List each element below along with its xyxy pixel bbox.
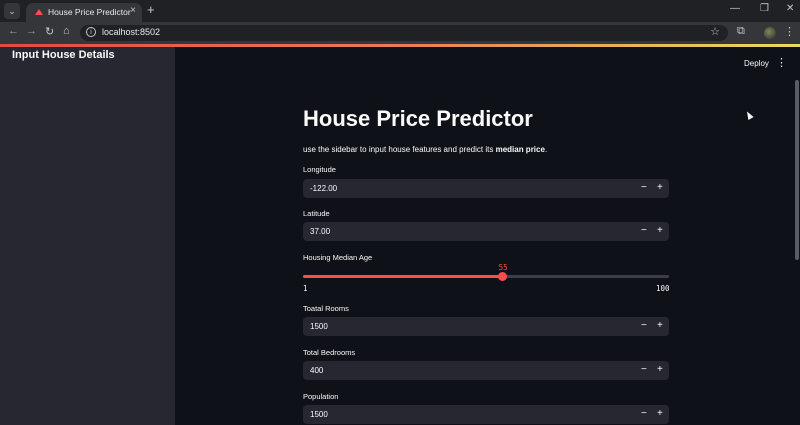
subtitle-text: use the sidebar to input house features … xyxy=(303,145,496,154)
tab-title: House Price Predictor xyxy=(48,7,131,17)
subtitle-end: . xyxy=(544,145,548,154)
browser-tab[interactable]: House Price Predictor × xyxy=(26,3,142,22)
page-subtitle: use the sidebar to input house features … xyxy=(303,145,547,154)
deploy-button[interactable]: Deploy xyxy=(737,57,776,71)
total-rooms-label: Toatal Rooms xyxy=(303,304,349,313)
latitude-label: Latitude xyxy=(303,209,330,218)
housing-age-slider-value: 55 xyxy=(498,263,508,272)
total-bedrooms-label: Total Bedrooms xyxy=(303,348,356,357)
sidebar-title: Input House Details xyxy=(12,49,115,61)
subtitle-emphasis: median price xyxy=(495,145,545,154)
population-decrement-button[interactable]: − xyxy=(641,408,647,419)
longitude-input[interactable]: -122.00 − + xyxy=(303,179,669,198)
latitude-decrement-button[interactable]: − xyxy=(641,225,647,236)
puzzle-icon[interactable]: ⧉ xyxy=(737,25,745,38)
chevron-down-icon[interactable]: ⌄ xyxy=(4,3,20,19)
total-rooms-decrement-button[interactable]: − xyxy=(641,320,647,331)
sidebar xyxy=(0,47,175,425)
address-bar[interactable]: i localhost:8502 ☆ xyxy=(80,25,728,41)
total-bedrooms-input[interactable]: 400 − + xyxy=(303,361,669,380)
tab-strip: ⌄ House Price Predictor × + — ❐ ✕ xyxy=(0,0,800,22)
housing-age-label: Housing Median Age xyxy=(303,253,373,262)
total-rooms-increment-button[interactable]: + xyxy=(657,320,663,331)
total-rooms-input[interactable]: 1500 − + xyxy=(303,317,669,336)
population-value[interactable]: 1500 xyxy=(310,410,328,419)
home-icon[interactable]: ⌂ xyxy=(63,25,70,37)
population-increment-button[interactable]: + xyxy=(657,408,663,419)
housing-age-slider[interactable] xyxy=(303,272,669,281)
latitude-increment-button[interactable]: + xyxy=(657,225,663,236)
page-title: House Price Predictor xyxy=(303,106,533,131)
more-vertical-icon[interactable]: ⋮ xyxy=(776,56,787,69)
slider-fill xyxy=(303,275,503,278)
url-text[interactable]: localhost:8502 xyxy=(102,27,160,37)
profile-avatar[interactable] xyxy=(764,27,776,39)
longitude-value[interactable]: -122.00 xyxy=(310,184,337,193)
minimize-icon[interactable]: — xyxy=(730,3,740,14)
more-vertical-icon[interactable]: ⋮ xyxy=(784,25,795,38)
total-bedrooms-decrement-button[interactable]: − xyxy=(641,364,647,375)
total-rooms-value[interactable]: 1500 xyxy=(310,322,328,331)
latitude-value[interactable]: 37.00 xyxy=(310,227,330,236)
total-bedrooms-value[interactable]: 400 xyxy=(310,366,323,375)
population-label: Population xyxy=(303,392,339,401)
housing-age-slider-min: 1 xyxy=(303,284,308,293)
arrow-left-icon[interactable]: ← xyxy=(8,25,19,37)
close-window-icon[interactable]: ✕ xyxy=(786,3,794,14)
address-toolbar: ← → ↻ ⌂ i localhost:8502 ☆ ⧉ ⋮ xyxy=(0,22,800,44)
total-bedrooms-increment-button[interactable]: + xyxy=(657,364,663,375)
site-info-icon[interactable]: i xyxy=(86,27,96,37)
close-icon[interactable]: × xyxy=(130,5,136,16)
plus-icon[interactable]: + xyxy=(147,3,155,17)
scrollbar[interactable] xyxy=(795,80,799,260)
housing-age-slider-max: 100 xyxy=(656,284,670,293)
arrow-right-icon[interactable]: → xyxy=(26,25,37,37)
longitude-label: Longitude xyxy=(303,165,336,174)
population-input[interactable]: 1500 − + xyxy=(303,405,669,424)
restore-icon[interactable]: ❐ xyxy=(760,3,769,14)
latitude-input[interactable]: 37.00 − + xyxy=(303,222,669,241)
reload-icon[interactable]: ↻ xyxy=(45,25,54,38)
streamlit-logo-icon xyxy=(35,9,43,15)
browser-window: ⌄ House Price Predictor × + — ❐ ✕ ← → ↻ … xyxy=(0,0,800,425)
longitude-decrement-button[interactable]: − xyxy=(641,182,647,193)
longitude-increment-button[interactable]: + xyxy=(657,182,663,193)
star-icon[interactable]: ☆ xyxy=(710,25,720,38)
